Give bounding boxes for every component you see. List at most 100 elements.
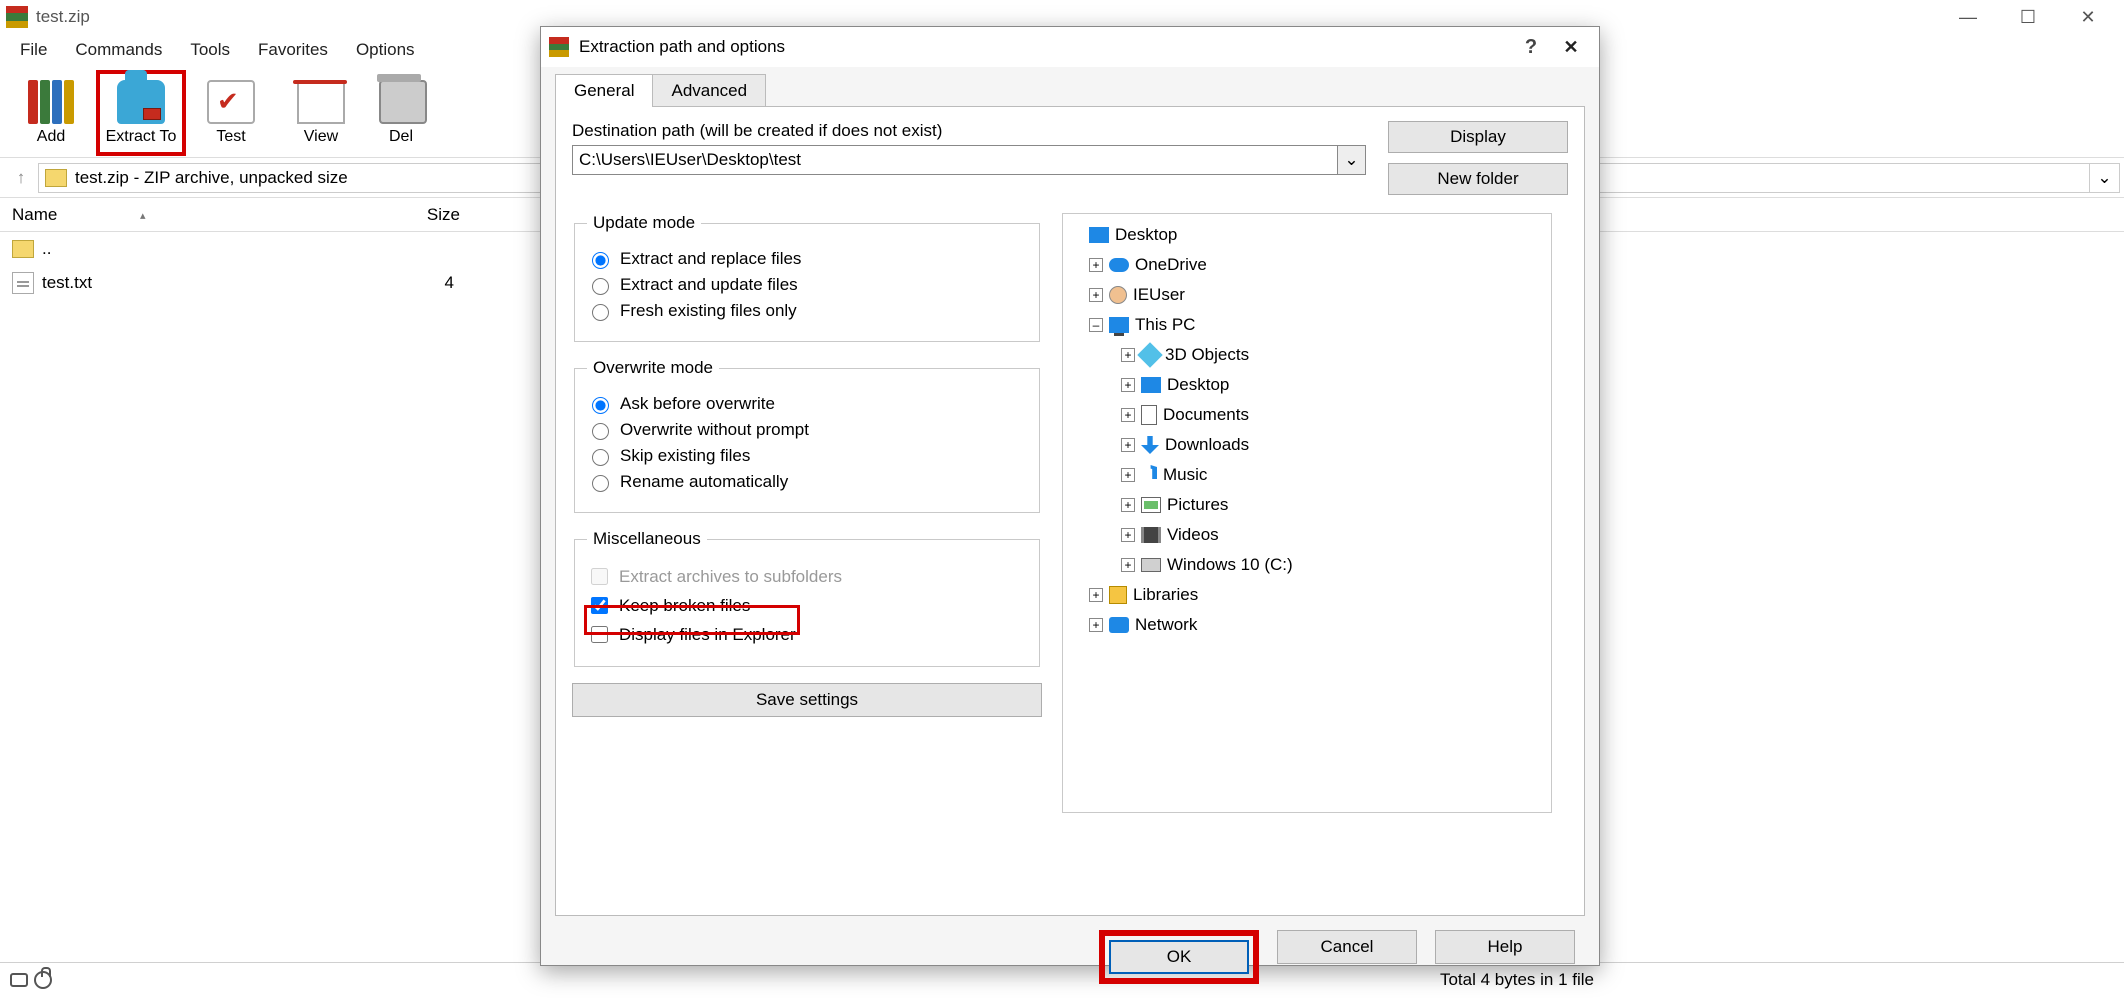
drive-icon [1141,558,1161,572]
expand-icon[interactable]: + [1089,588,1103,602]
menu-options[interactable]: Options [342,36,429,64]
folder-tree[interactable]: Desktop + OneDrive + IEUser – This PC +3D O… [1062,213,1552,813]
radio-rename-auto[interactable]: Rename automatically [587,472,1027,492]
expand-icon[interactable]: + [1089,288,1103,302]
test-label: Test [216,128,245,146]
close-button[interactable]: ✕ [2058,3,2118,31]
music-icon [1141,465,1157,485]
cloud-icon [1109,258,1129,272]
misc-legend: Miscellaneous [587,529,707,549]
tree-documents[interactable]: Documents [1163,405,1249,425]
dialog-close-button[interactable]: ✕ [1551,37,1591,58]
expand-icon[interactable]: + [1121,468,1135,482]
help-button[interactable]: Help [1435,930,1575,964]
zip-icon [45,169,67,187]
tree-thispc[interactable]: This PC [1135,315,1195,335]
lock-icon [34,971,52,989]
sort-indicator-icon: ▴ [140,209,146,222]
radio-fresh-only[interactable]: Fresh existing files only [587,301,1027,321]
radio-overwrite-noprompt[interactable]: Overwrite without prompt [587,420,1027,440]
trash-icon [379,80,427,124]
expand-icon[interactable]: + [1121,528,1135,542]
expand-icon[interactable]: + [1089,618,1103,632]
radio-extract-update[interactable]: Extract and update files [587,275,1027,295]
dest-path-label: Destination path (will be created if doe… [572,121,1366,141]
tree-ieuser[interactable]: IEUser [1133,285,1185,305]
view-button[interactable]: View [276,70,366,156]
tree-3dobjects[interactable]: 3D Objects [1165,345,1249,365]
expand-icon[interactable]: + [1089,258,1103,272]
window-title: test.zip [36,7,90,27]
extract-to-button[interactable]: Extract To [96,70,186,156]
radio-extract-replace[interactable]: Extract and replace files [587,249,1027,269]
tree-videos[interactable]: Videos [1167,525,1219,545]
extract-to-label: Extract To [106,128,177,146]
cube-icon [1137,342,1162,367]
tree-network[interactable]: Network [1135,615,1197,635]
cancel-button[interactable]: Cancel [1277,930,1417,964]
extraction-dialog: Extraction path and options ? ✕ General … [540,26,1600,966]
highlight-ok: OK [1099,930,1259,984]
address-dropdown[interactable]: ⌄ [2090,163,2120,193]
menu-tools[interactable]: Tools [176,36,244,64]
tree-onedrive[interactable]: OneDrive [1135,255,1207,275]
overwrite-mode-legend: Overwrite mode [587,358,719,378]
menu-favorites[interactable]: Favorites [244,36,342,64]
expand-icon[interactable]: + [1121,498,1135,512]
expand-icon[interactable]: + [1121,408,1135,422]
download-icon [1141,436,1159,454]
expand-icon[interactable]: + [1121,348,1135,362]
ok-button[interactable]: OK [1109,940,1249,974]
desktop-icon [1089,227,1109,243]
display-button[interactable]: Display [1388,121,1568,153]
save-settings-button[interactable]: Save settings [572,683,1042,717]
add-label: Add [37,128,65,146]
dialog-buttons: OK Cancel Help [541,916,1599,998]
update-mode-legend: Update mode [587,213,701,233]
dialog-titlebar: Extraction path and options ? ✕ [541,27,1599,67]
tree-music[interactable]: Music [1163,465,1207,485]
expand-icon[interactable]: + [1121,378,1135,392]
tree-desktop-sub[interactable]: Desktop [1167,375,1229,395]
collapse-icon[interactable]: – [1089,318,1103,332]
dialog-help-button[interactable]: ? [1511,36,1551,59]
delete-label: Del [389,128,413,146]
radio-ask-overwrite[interactable]: Ask before overwrite [587,394,1027,414]
tree-libraries[interactable]: Libraries [1133,585,1198,605]
tree-desktop[interactable]: Desktop [1115,225,1177,245]
highlight-keep-broken [584,605,800,635]
dest-path-input[interactable] [572,145,1338,175]
tree-cdrive[interactable]: Windows 10 (C:) [1167,555,1293,575]
up-button[interactable]: ↑ [4,165,38,191]
tab-advanced[interactable]: Advanced [652,74,766,107]
pc-icon [1109,317,1129,333]
add-button[interactable]: Add [6,70,96,156]
maximize-button[interactable]: ☐ [1998,3,2058,31]
address-text: test.zip - ZIP archive, unpacked size [75,168,348,188]
desktop-icon [1141,377,1161,393]
expand-icon[interactable]: + [1121,558,1135,572]
test-button[interactable]: Test [186,70,276,156]
menu-file[interactable]: File [6,36,61,64]
network-icon [1109,617,1129,633]
new-folder-button[interactable]: New folder [1388,163,1568,195]
dest-path-dropdown[interactable]: ⌄ [1338,145,1366,175]
expand-icon[interactable]: + [1121,438,1135,452]
checklist-icon [207,80,255,124]
column-name[interactable]: Name ▴ [0,205,300,225]
tab-general[interactable]: General [555,74,653,107]
minimize-button[interactable]: — [1938,3,1998,31]
tree-downloads[interactable]: Downloads [1165,435,1249,455]
folder-up-icon [12,240,34,258]
dialog-tabs: General Advanced [541,73,1599,106]
winrar-icon [6,6,28,28]
book-icon [297,80,345,124]
delete-button[interactable]: Del [366,70,436,156]
update-mode-group: Update mode Extract and replace files Ex… [574,213,1040,342]
menu-commands[interactable]: Commands [61,36,176,64]
tree-pictures[interactable]: Pictures [1167,495,1228,515]
disk-icon [10,973,28,987]
text-file-icon [12,272,34,294]
column-size[interactable]: Size [300,205,480,225]
radio-skip-existing[interactable]: Skip existing files [587,446,1027,466]
